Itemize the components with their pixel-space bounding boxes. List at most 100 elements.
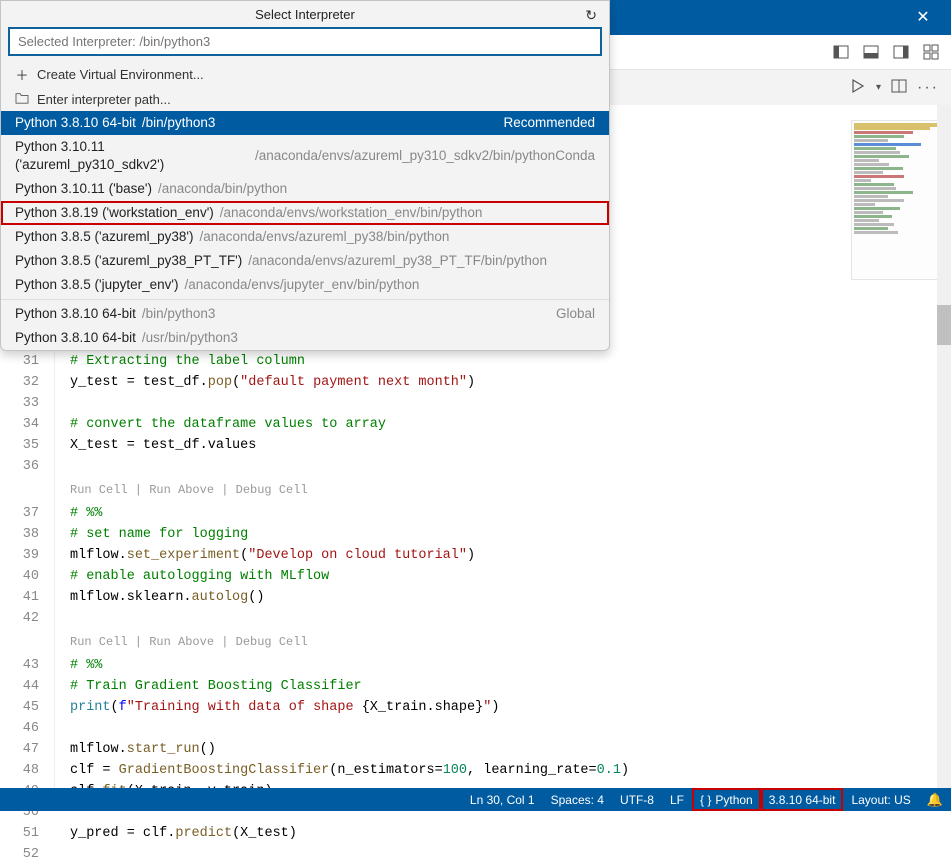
folder-icon <box>15 92 29 107</box>
interpreter-item[interactable]: Python 3.10.11 ('base') /anaconda/bin/pyt… <box>1 177 609 201</box>
interpreter-path: /anaconda/envs/azureml_py310_sdkv2/bin/p… <box>255 147 555 165</box>
close-icon[interactable]: ✕ <box>903 0 943 35</box>
line-number: 32 <box>0 372 39 393</box>
interpreter-item[interactable]: Python 3.8.10 64-bit/usr/bin/python3 <box>1 326 609 350</box>
code-line[interactable]: clf = GradientBoostingClassifier(n_estim… <box>70 760 951 781</box>
scrollbar-thumb[interactable] <box>937 305 951 345</box>
interpreter-path: /anaconda/envs/jupyter_env/bin/python <box>185 276 420 294</box>
code-line[interactable]: # convert the dataframe values to array <box>70 414 951 435</box>
braces-icon: { } <box>700 793 711 807</box>
refresh-icon[interactable]: ↻ <box>585 7 597 24</box>
line-number: 44 <box>0 676 39 697</box>
status-spaces[interactable]: Spaces: 4 <box>543 788 612 811</box>
status-python-interpreter[interactable]: 3.8.10 64-bit <box>761 788 844 811</box>
interpreter-name: Python 3.8.5 ('azureml_py38_PT_TF') <box>15 252 242 270</box>
code-line[interactable]: # %% <box>70 655 951 676</box>
vertical-scrollbar[interactable] <box>937 105 951 788</box>
enter-path-action[interactable]: Enter interpreter path... <box>1 88 609 111</box>
line-number: 51 <box>0 823 39 844</box>
status-encoding[interactable]: UTF-8 <box>612 788 662 811</box>
line-number: 36 <box>0 456 39 477</box>
status-cursor-position[interactable]: Ln 30, Col 1 <box>462 788 543 811</box>
code-line[interactable]: y_test = test_df.pop("default payment ne… <box>70 372 951 393</box>
layout-panel-left-icon[interactable] <box>833 44 849 60</box>
run-dropdown-icon[interactable]: ▾ <box>876 82 881 93</box>
code-line[interactable] <box>70 608 951 629</box>
interpreter-item[interactable]: Python 3.8.5 ('azureml_py38_PT_TF') /anac… <box>1 249 609 273</box>
code-line[interactable] <box>70 393 951 414</box>
line-number: 52 <box>0 844 39 865</box>
enter-path-label: Enter interpreter path... <box>37 92 171 107</box>
interpreter-item[interactable]: Python 3.8.19 ('workstation_env') /anacon… <box>1 201 609 225</box>
status-keyboard-layout[interactable]: Layout: US <box>843 788 918 811</box>
popup-title: Select Interpreter ↻ <box>1 1 609 28</box>
interpreter-search-input[interactable] <box>9 28 601 55</box>
more-actions-icon[interactable]: ··· <box>917 79 939 97</box>
run-icon[interactable] <box>850 78 866 97</box>
code-line[interactable]: print(f"Training with data of shape {X_t… <box>70 697 951 718</box>
status-bar: Ln 30, Col 1 Spaces: 4 UTF-8 LF { } Pyth… <box>0 788 951 811</box>
line-number: 48 <box>0 760 39 781</box>
interpreter-item[interactable]: Python 3.8.5 ('jupyter_env') /anaconda/en… <box>1 273 609 297</box>
layout-customize-icon[interactable] <box>923 44 939 60</box>
interpreter-path: /usr/bin/python3 <box>142 329 238 347</box>
interpreter-tag: Recommended <box>503 114 595 132</box>
interpreter-path: /anaconda/envs/workstation_env/bin/pytho… <box>220 204 483 222</box>
interpreter-item[interactable]: Python 3.8.5 ('azureml_py38') /anaconda/e… <box>1 225 609 249</box>
line-number: 39 <box>0 545 39 566</box>
interpreter-name: Python 3.8.5 ('jupyter_env') <box>15 276 179 294</box>
interpreter-item[interactable]: Python 3.8.10 64-bit/bin/python3 Global <box>1 302 609 326</box>
interpreter-name: Python 3.8.10 64-bit <box>15 114 136 132</box>
interpreter-tag: Global <box>556 305 595 323</box>
interpreter-path: /anaconda/envs/azureml_py38_PT_TF/bin/py… <box>248 252 547 270</box>
line-number: 42 <box>0 608 39 629</box>
interpreter-path: /anaconda/bin/python <box>158 180 287 198</box>
interpreter-name: Python 3.8.10 64-bit <box>15 329 136 347</box>
create-venv-action[interactable]: ＋ Create Virtual Environment... <box>1 61 609 88</box>
interpreter-path: /bin/python3 <box>142 305 216 323</box>
line-number: 37 <box>0 503 39 524</box>
interpreter-item[interactable]: Python 3.10.11 ('azureml_py310_sdkv2')/a… <box>1 135 609 177</box>
code-line[interactable]: # Train Gradient Boosting Classifier <box>70 676 951 697</box>
notifications-icon[interactable]: 🔔 <box>919 788 951 811</box>
interpreter-name: Python 3.10.11 ('base') <box>15 180 152 198</box>
code-line[interactable]: y_pred = clf.predict(X_test) <box>70 823 951 844</box>
code-line[interactable]: # enable autologging with MLflow <box>70 566 951 587</box>
split-editor-icon[interactable] <box>891 78 907 97</box>
interpreter-name: Python 3.8.5 ('azureml_py38') <box>15 228 194 246</box>
layout-panel-bottom-icon[interactable] <box>863 44 879 60</box>
codelens[interactable]: Run Cell | Run Above | Debug Cell <box>70 629 951 655</box>
interpreter-item[interactable]: Python 3.8.10 64-bit/bin/python3 Recommen… <box>1 111 609 135</box>
code-line[interactable]: # Extracting the label column <box>70 351 951 372</box>
status-language-mode[interactable]: { } Python <box>692 788 761 811</box>
line-number: 34 <box>0 414 39 435</box>
status-eol[interactable]: LF <box>662 788 692 811</box>
code-line[interactable] <box>70 718 951 739</box>
code-line[interactable]: mlflow.sklearn.autolog() <box>70 587 951 608</box>
interpreter-path: /anaconda/envs/azureml_py38/bin/python <box>200 228 450 246</box>
code-line[interactable]: # %% <box>70 503 951 524</box>
line-number: 46 <box>0 718 39 739</box>
line-number: 38 <box>0 524 39 545</box>
interpreter-name: Python 3.8.19 ('workstation_env') <box>15 204 214 222</box>
line-number: 43 <box>0 655 39 676</box>
code-line[interactable]: X_test = test_df.values <box>70 435 951 456</box>
code-line[interactable] <box>70 844 951 865</box>
line-number: 45 <box>0 697 39 718</box>
minimap[interactable] <box>851 120 941 280</box>
layout-panel-right-icon[interactable] <box>893 44 909 60</box>
code-line[interactable]: # set name for logging <box>70 524 951 545</box>
line-number: 41 <box>0 587 39 608</box>
code-line[interactable] <box>70 456 951 477</box>
code-line[interactable]: mlflow.start_run() <box>70 739 951 760</box>
line-number: 40 <box>0 566 39 587</box>
line-number: 33 <box>0 393 39 414</box>
select-interpreter-popup: Select Interpreter ↻ ＋ Create Virtual En… <box>0 0 610 351</box>
code-line[interactable]: mlflow.set_experiment("Develop on cloud … <box>70 545 951 566</box>
line-number: 35 <box>0 435 39 456</box>
interpreter-name: Python 3.8.10 64-bit <box>15 305 136 323</box>
interpreter-path: /bin/python3 <box>142 114 216 132</box>
add-icon: ＋ <box>15 65 29 84</box>
create-venv-label: Create Virtual Environment... <box>37 67 204 82</box>
codelens[interactable]: Run Cell | Run Above | Debug Cell <box>70 477 951 503</box>
